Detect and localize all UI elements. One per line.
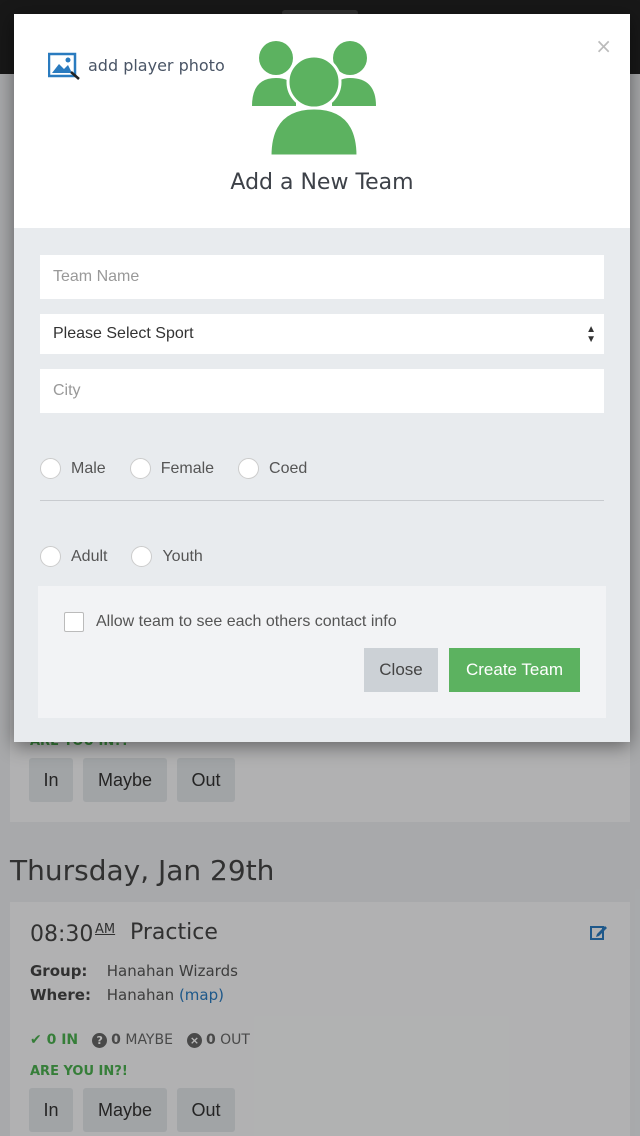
- divider: [40, 500, 604, 501]
- contact-info-checkbox[interactable]: [64, 612, 84, 632]
- city-input[interactable]: City: [40, 369, 604, 413]
- close-button[interactable]: Close: [364, 648, 438, 692]
- team-icon: [252, 41, 376, 158]
- add-photo-label: add player photo: [88, 55, 225, 75]
- select-arrows-icon: ▲ ▼: [586, 324, 596, 345]
- radio-youth[interactable]: Youth: [131, 546, 203, 567]
- radio-circle[interactable]: [40, 546, 61, 567]
- modal-title: Add a New Team: [230, 170, 414, 195]
- radio-male[interactable]: Male: [40, 458, 106, 479]
- radio-label: Coed: [269, 459, 308, 477]
- modal-footer: Allow team to see each others contact in…: [38, 586, 606, 718]
- gender-radio-group: Male Female Coed: [40, 458, 331, 479]
- close-icon[interactable]: ×: [595, 36, 612, 56]
- contact-info-checkbox-row[interactable]: Allow team to see each others contact in…: [64, 612, 397, 632]
- age-radio-group: Adult Youth: [40, 546, 227, 567]
- radio-circle[interactable]: [238, 458, 260, 479]
- image-icon: [48, 52, 80, 80]
- radio-label: Female: [160, 459, 215, 477]
- radio-coed[interactable]: Coed: [238, 458, 307, 479]
- radio-label: Youth: [162, 547, 203, 565]
- modal-header: × add player photo Add a New Team: [14, 14, 630, 228]
- radio-label: Male: [71, 459, 106, 477]
- add-team-modal: × add player photo Add a New Team Team N…: [14, 14, 630, 742]
- radio-circle[interactable]: [40, 458, 61, 479]
- create-team-button[interactable]: Create Team: [449, 648, 580, 692]
- radio-circle[interactable]: [129, 458, 151, 479]
- sport-select[interactable]: Please Select Sport ▲ ▼: [40, 314, 604, 354]
- radio-female[interactable]: Female: [129, 458, 215, 479]
- sport-select-value: Please Select Sport: [53, 325, 194, 342]
- team-name-input[interactable]: Team Name: [40, 255, 604, 299]
- radio-label: Adult: [71, 547, 108, 565]
- radio-adult[interactable]: Adult: [40, 546, 107, 567]
- add-photo-link[interactable]: add player photo: [48, 50, 225, 80]
- contact-info-label: Allow team to see each others contact in…: [96, 613, 397, 630]
- radio-circle[interactable]: [131, 546, 153, 567]
